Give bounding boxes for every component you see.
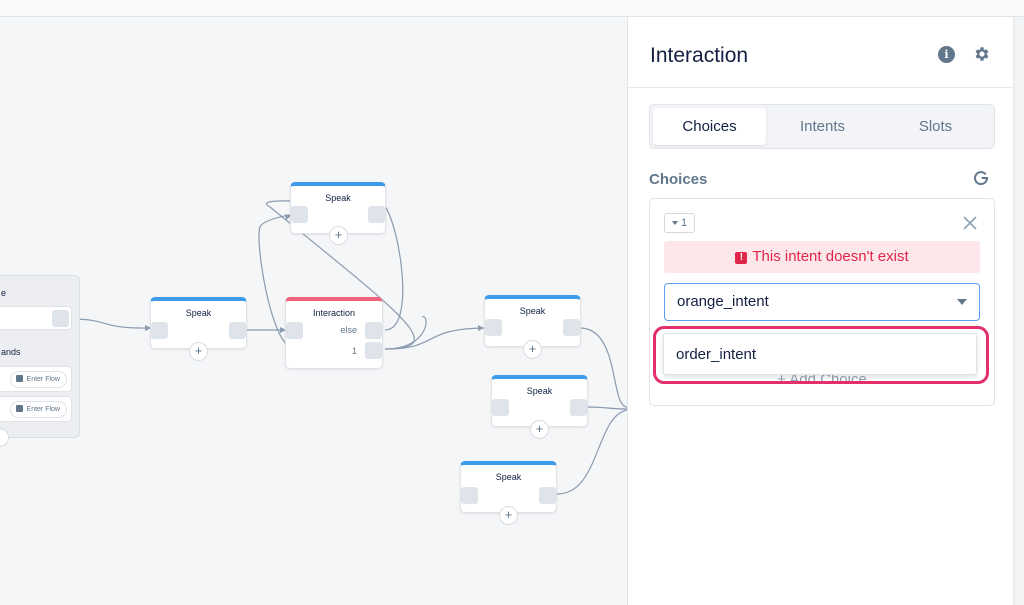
speak-node[interactable]: Speak +	[290, 182, 386, 245]
info-icon[interactable]: i	[938, 46, 955, 63]
output-port[interactable]	[570, 399, 587, 416]
node-title: Speak	[519, 306, 546, 316]
node-title: Interaction	[312, 308, 356, 318]
input-port[interactable]	[291, 206, 308, 223]
add-step-button[interactable]: +	[189, 342, 208, 361]
command-row[interactable]: Enter Flow	[0, 366, 72, 392]
command-block[interactable]: e ands Enter Flow Enter Flow	[0, 275, 80, 438]
intent-select[interactable]: orange_intent	[664, 283, 980, 321]
error-message: ! This intent doesn't exist	[664, 241, 980, 273]
input-port[interactable]	[151, 322, 168, 339]
flow-icon	[15, 405, 23, 412]
output-port[interactable]	[539, 487, 556, 504]
google-icon[interactable]	[973, 170, 989, 186]
choice-port-label: 1	[351, 346, 357, 356]
tab-bar: Choices Intents Slots	[649, 104, 995, 149]
input-port[interactable]	[492, 399, 509, 416]
interaction-node[interactable]: Interaction else 1	[285, 297, 383, 369]
warning-icon: !	[735, 252, 748, 264]
header-divider	[628, 87, 1014, 88]
commands-label: ands	[1, 347, 21, 357]
flow-icon	[15, 375, 23, 382]
top-bar	[0, 0, 1024, 17]
input-port[interactable]	[485, 319, 502, 336]
collapse-icon	[671, 221, 678, 225]
add-step-button[interactable]: +	[523, 340, 542, 359]
speak-node[interactable]: Speak +	[484, 295, 581, 359]
speak-node[interactable]: Speak +	[150, 297, 247, 361]
add-step-button[interactable]: +	[530, 420, 549, 439]
panel-title: Interaction	[650, 44, 749, 67]
add-step-button[interactable]: +	[499, 506, 518, 525]
node-title: Speak	[185, 308, 212, 318]
input-port[interactable]	[286, 322, 303, 339]
node-title: Speak	[495, 472, 522, 482]
add-step-button[interactable]: +	[329, 226, 348, 245]
node-title: Speak	[325, 193, 351, 203]
scrollbar[interactable]	[1013, 17, 1024, 605]
output-port[interactable]	[368, 206, 385, 223]
input-port[interactable]	[461, 487, 478, 504]
else-output-port[interactable]	[365, 322, 382, 339]
tab-intents[interactable]: Intents	[766, 108, 879, 145]
output-port[interactable]	[563, 319, 580, 336]
tab-choices[interactable]: Choices	[653, 108, 766, 145]
close-icon[interactable]	[963, 216, 977, 230]
output-port[interactable]	[229, 322, 246, 339]
tab-slots[interactable]: Slots	[879, 108, 992, 145]
enter-flow-pill[interactable]: Enter Flow	[9, 401, 67, 418]
block-input-row[interactable]	[0, 306, 72, 330]
block-output-port[interactable]	[52, 310, 69, 327]
chevron-down-icon	[957, 299, 967, 305]
enter-flow-pill[interactable]: Enter Flow	[9, 371, 67, 388]
highlight-annotation	[653, 326, 989, 384]
node-title: Speak	[526, 386, 553, 396]
section-title: Choices	[649, 171, 708, 188]
editor-panel: Interaction i Choices Intents Slots Choi…	[627, 17, 1014, 605]
choice-output-port[interactable]	[365, 342, 382, 359]
speak-node[interactable]: Speak +	[491, 375, 588, 439]
gear-icon[interactable]	[973, 45, 991, 63]
speak-node[interactable]: Speak +	[460, 461, 557, 525]
flow-canvas[interactable]: e ands Enter Flow Enter Flow Speak + Spe…	[0, 17, 627, 605]
choice-index-badge[interactable]: 1	[664, 213, 695, 233]
else-port-label: else	[340, 325, 357, 335]
block-label: e	[1, 288, 7, 298]
command-row[interactable]: Enter Flow	[0, 396, 72, 422]
